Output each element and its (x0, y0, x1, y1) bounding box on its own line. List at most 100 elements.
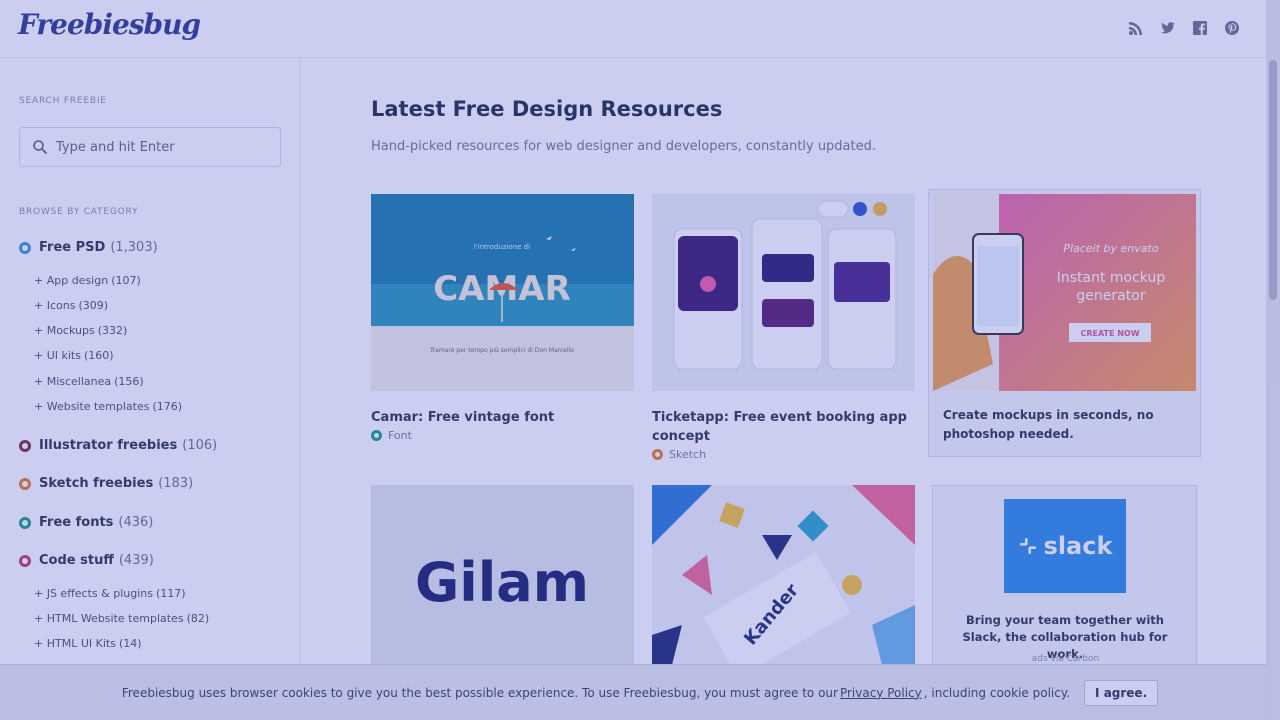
subcategory-label: + Website templates (34, 400, 150, 413)
card-category[interactable]: Sketch (652, 448, 915, 461)
resource-card-kander[interactable]: Kander (652, 485, 915, 665)
search-icon (33, 140, 47, 154)
subcategory-count: (309) (78, 299, 109, 312)
subcategory-label: + Miscellanea (34, 375, 112, 388)
placeit-ad[interactable]: Placeit by envato Instant mockup generat… (928, 189, 1201, 457)
subcategory-html-ui-kits[interactable]: + HTML UI Kits (14) (34, 637, 142, 650)
category-label: Free PSD (39, 240, 106, 255)
subcategory-count: (107) (111, 274, 141, 287)
search-input[interactable] (56, 139, 256, 155)
camar-small-text: l'introduzione di (474, 243, 530, 251)
facebook-icon[interactable] (1192, 20, 1208, 36)
gilam-logo-text: Gilam (415, 551, 589, 614)
svg-text:generator: generator (1076, 288, 1145, 304)
subcategory-js-effects[interactable]: + JS effects & plugins (117) (34, 587, 186, 600)
subcategory-html-website-templates[interactable]: + HTML Website templates (82) (34, 612, 209, 625)
site-header: Freebiesbug (0, 0, 1280, 58)
category-code-stuff[interactable]: Code stuff (439) (19, 553, 154, 568)
cookie-agree-button[interactable]: I agree. (1084, 679, 1159, 706)
category-dot-icon (19, 554, 31, 567)
card-title[interactable]: Camar: Free vintage font (371, 408, 634, 427)
category-dot-icon (19, 516, 31, 529)
resource-card-gilam[interactable]: Gilam (371, 485, 634, 665)
gilam-thumbnail-image: Gilam (371, 485, 634, 665)
category-count: (106) (182, 438, 218, 453)
card-thumbnail[interactable]: Gilam (371, 485, 634, 665)
card-title[interactable]: Ticketapp: Free event booking app concep… (652, 408, 915, 446)
category-illustrator-freebies[interactable]: Illustrator freebies (106) (19, 438, 217, 453)
card-category[interactable]: Font (371, 429, 634, 442)
subcategory-count: (156) (114, 375, 144, 388)
subcategory-label: + JS effects & plugins (34, 587, 153, 600)
category-free-fonts[interactable]: Free fonts (436) (19, 515, 153, 530)
camar-thumbnail-image: l'introduzione di CAMAR Tramare per temp… (371, 194, 634, 354)
svg-text:Instant mockup: Instant mockup (1057, 270, 1166, 286)
subcategory-app-design[interactable]: + App design (107) (34, 274, 141, 287)
subcategory-label: + HTML UI Kits (34, 637, 116, 650)
category-count: (439) (118, 553, 154, 568)
page-title: Latest Free Design Resources (371, 97, 723, 121)
site-logo[interactable]: Freebiesbug (18, 8, 201, 41)
sidebar: SEARCH FREEBIE BROWSE BY CATEGORY Free P… (0, 58, 300, 720)
carbon-ad[interactable]: slack Bring your team together with Slac… (932, 485, 1197, 665)
category-label: Sketch freebies (39, 476, 154, 491)
cookie-text: Freebiesbug uses browser cookies to give… (121, 685, 838, 700)
subcategory-count: (176) (152, 400, 183, 413)
subcategory-website-templates[interactable]: + Website templates (176) (34, 400, 182, 413)
card-thumbnail[interactable] (652, 194, 915, 391)
search-field[interactable] (19, 127, 281, 167)
subcategory-label: + Icons (34, 299, 76, 312)
subcategory-count: (82) (186, 612, 210, 625)
rss-icon[interactable] (1128, 20, 1144, 36)
slack-logo[interactable]: slack (1004, 499, 1126, 593)
subcategory-mockups[interactable]: + Mockups (332) (34, 324, 127, 337)
category-dot-icon (371, 430, 382, 441)
kander-thumbnail-image: Kander (652, 485, 915, 665)
carbon-via[interactable]: ads via Carbon (933, 654, 1198, 664)
category-dot-icon (19, 439, 31, 452)
category-count: (183) (158, 476, 194, 491)
category-dot-icon (19, 241, 31, 254)
subcategory-label: + App design (34, 274, 109, 287)
category-free-psd[interactable]: Free PSD (1,303) (19, 240, 158, 255)
category-dot-icon (652, 449, 663, 460)
privacy-policy-link[interactable]: Privacy Policy (840, 686, 922, 700)
resource-card-ticketapp[interactable]: Ticketapp: Free event booking app concep… (652, 194, 915, 461)
placeit-ad-image: Placeit by envato Instant mockup generat… (933, 194, 1196, 391)
browse-section-label: BROWSE BY CATEGORY (19, 207, 139, 217)
cookie-banner: Freebiesbug uses browser cookies to give… (0, 664, 1280, 720)
card-category-label: Font (388, 429, 412, 442)
ticketapp-thumbnail-image (652, 194, 915, 391)
category-count: (1,303) (110, 240, 158, 255)
card-category-label: Sketch (669, 448, 707, 461)
cookie-text-after: , including cookie policy. (923, 685, 1071, 700)
scrollbar-thumb[interactable] (1269, 60, 1277, 300)
subcategory-miscellanea[interactable]: + Miscellanea (156) (34, 375, 144, 388)
subcategory-label: + HTML Website templates (34, 612, 184, 625)
category-label: Illustrator freebies (39, 438, 178, 453)
subcategory-label: + UI kits (34, 349, 81, 362)
card-thumbnail[interactable]: Kander (652, 485, 915, 665)
placeit-brand: Placeit by envato (1063, 242, 1158, 255)
slack-logo-text: slack (1043, 532, 1113, 560)
category-sketch-freebies[interactable]: Sketch freebies (183) (19, 476, 193, 491)
pinterest-icon[interactable] (1224, 20, 1240, 36)
twitter-icon[interactable] (1160, 20, 1176, 36)
page-scrollbar[interactable] (1266, 0, 1280, 720)
resource-card-camar[interactable]: l'introduzione di CAMAR Tramare per temp… (371, 194, 634, 442)
placeit-ad-text[interactable]: Create mockups in seconds, no photoshop … (943, 406, 1193, 444)
subcategory-count: (117) (155, 587, 186, 600)
category-label: Code stuff (39, 553, 114, 568)
subcategory-ui-kits[interactable]: + UI kits (160) (34, 349, 114, 362)
subcategory-icons[interactable]: + Icons (309) (34, 299, 108, 312)
subcategory-label: + Mockups (34, 324, 95, 337)
social-links (1128, 20, 1240, 36)
category-dot-icon (19, 477, 31, 490)
page-subtitle: Hand-picked resources for web designer a… (371, 139, 877, 154)
category-label: Free fonts (39, 515, 114, 530)
subcategory-count: (160) (83, 349, 114, 362)
slack-icon (1019, 538, 1036, 554)
subcategory-count: (14) (118, 637, 142, 650)
card-thumbnail[interactable]: l'introduzione di CAMAR Tramare per temp… (371, 194, 634, 391)
subcategory-count: (332) (97, 324, 128, 337)
